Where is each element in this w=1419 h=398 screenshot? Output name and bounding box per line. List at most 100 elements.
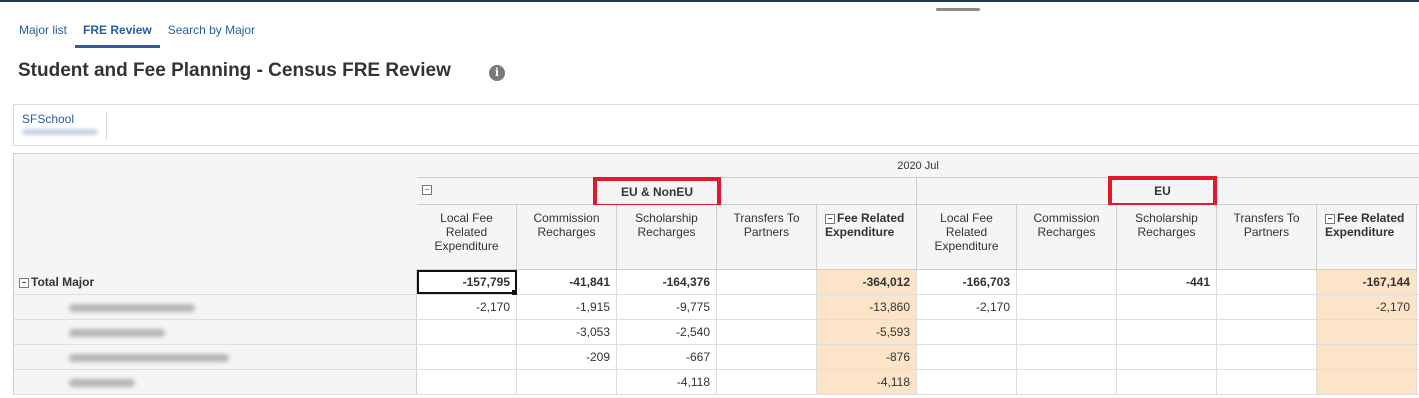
collapse-icon[interactable]: − xyxy=(19,278,29,288)
column-header-3[interactable]: Transfers To Partners xyxy=(717,205,817,270)
table-row: -209 -667 -876 xyxy=(13,345,1419,370)
table-cell[interactable] xyxy=(1217,320,1317,344)
group-divider xyxy=(916,178,917,205)
drag-handle[interactable] xyxy=(936,8,980,11)
table-cell[interactable] xyxy=(917,345,1017,369)
table-cell[interactable]: -364,012 xyxy=(817,270,917,294)
table-cell[interactable]: -4,118 xyxy=(617,370,717,394)
column-header-9[interactable]: − Fee Related Expenditure xyxy=(1317,205,1417,270)
table-row: -3,053 -2,540 -5,593 xyxy=(13,320,1419,345)
table-cell[interactable] xyxy=(1217,295,1317,319)
table-cell[interactable] xyxy=(1317,345,1417,369)
table-cell[interactable]: -41,841 xyxy=(517,270,617,294)
column-header-7[interactable]: Scholarship Recharges xyxy=(1117,205,1217,270)
table-cell[interactable]: -441 xyxy=(1117,270,1217,294)
total-row-label[interactable]: − Total Major xyxy=(13,270,417,294)
redacted-text xyxy=(69,328,165,337)
column-header-label: Fee Related Expenditure xyxy=(825,211,905,239)
table-cell[interactable] xyxy=(417,320,517,344)
table-cell[interactable] xyxy=(1017,295,1117,319)
row-label-redacted[interactable] xyxy=(13,320,417,344)
table-row: -2,170 -1,915 -9,775 -13,860 -2,170 -2,170 xyxy=(13,295,1419,320)
column-header-label: Transfers To Partners xyxy=(733,211,800,239)
column-header-label: Local Fee Related Expenditure xyxy=(434,211,499,253)
table-cell[interactable] xyxy=(1117,345,1217,369)
tab-bar: Major list FRE Review Search by Major xyxy=(11,18,263,48)
tab-search-by-major[interactable]: Search by Major xyxy=(160,18,263,48)
table-cell[interactable] xyxy=(917,320,1017,344)
column-header-6[interactable]: Commission Recharges xyxy=(1017,205,1117,270)
table-cell[interactable] xyxy=(717,295,817,319)
table-cell[interactable]: -167,144 xyxy=(1317,270,1417,294)
column-header-label: Fee Related Expenditure xyxy=(1325,211,1405,239)
table-cell[interactable]: -13,860 xyxy=(817,295,917,319)
table-cell[interactable]: -876 xyxy=(817,345,917,369)
table-cell[interactable] xyxy=(1217,345,1317,369)
table-cell[interactable] xyxy=(717,370,817,394)
table-cell[interactable]: -2,170 xyxy=(1317,295,1417,319)
tab-major-list[interactable]: Major list xyxy=(11,18,75,48)
table-cell[interactable]: -164,376 xyxy=(617,270,717,294)
column-header-label: Commission Recharges xyxy=(1033,211,1100,239)
table-cell[interactable] xyxy=(1017,345,1117,369)
column-header-label: Local Fee Related Expenditure xyxy=(934,211,999,253)
column-header-label: Scholarship Recharges xyxy=(1135,211,1198,239)
table-cell[interactable] xyxy=(417,345,517,369)
table-cell[interactable] xyxy=(1117,370,1217,394)
pivot-table: 2020 Jul − EU & NonEU EU Local Fee Relat… xyxy=(13,153,1419,398)
column-header-label: Scholarship Recharges xyxy=(635,211,698,239)
group-eu-noneu[interactable]: EU & NonEU xyxy=(593,177,721,208)
table-cell[interactable] xyxy=(1317,320,1417,344)
table-cell[interactable]: -209 xyxy=(517,345,617,369)
table-cell[interactable] xyxy=(417,370,517,394)
table-cell[interactable]: -2,170 xyxy=(417,295,517,319)
column-header-1[interactable]: Commission Recharges xyxy=(517,205,617,270)
table-row: -4,118 -4,118 xyxy=(13,370,1419,395)
table-cell[interactable] xyxy=(1017,370,1117,394)
row-header-corner xyxy=(13,154,418,271)
table-cell[interactable]: -9,775 xyxy=(617,295,717,319)
table-cell[interactable] xyxy=(917,370,1017,394)
column-header-5[interactable]: Local Fee Related Expenditure xyxy=(917,205,1017,270)
table-cell[interactable]: -2,170 xyxy=(917,295,1017,319)
table-cell[interactable]: -1,915 xyxy=(517,295,617,319)
table-cell[interactable] xyxy=(1117,295,1217,319)
group-collapse-icon[interactable]: − xyxy=(422,182,434,196)
table-cell[interactable] xyxy=(1017,270,1117,294)
table-cell[interactable]: -4,118 xyxy=(817,370,917,394)
table-cell[interactable] xyxy=(1117,320,1217,344)
table-cell[interactable]: -5,593 xyxy=(817,320,917,344)
table-cell[interactable]: -166,703 xyxy=(917,270,1017,294)
column-header-4[interactable]: − Fee Related Expenditure xyxy=(817,205,917,270)
group-header-row xyxy=(417,178,1419,205)
group-eu[interactable]: EU xyxy=(1108,176,1217,207)
collapse-icon[interactable]: − xyxy=(1325,214,1335,224)
table-cell[interactable]: -3,053 xyxy=(517,320,617,344)
table-cell[interactable]: -157,795 xyxy=(417,270,517,295)
column-header-8[interactable]: Transfers To Partners xyxy=(1217,205,1317,270)
column-header-label: Transfers To Partners xyxy=(1233,211,1300,239)
table-cell[interactable] xyxy=(1217,370,1317,394)
row-label-redacted[interactable] xyxy=(13,370,417,394)
table-cell[interactable]: -2,540 xyxy=(617,320,717,344)
table-cell[interactable]: -667 xyxy=(617,345,717,369)
row-label-redacted[interactable] xyxy=(13,345,417,369)
info-icon[interactable]: i xyxy=(489,65,505,81)
prompt-value-redacted xyxy=(22,129,98,135)
table-cell[interactable] xyxy=(717,320,817,344)
table-cell[interactable] xyxy=(717,270,817,294)
table-cell[interactable] xyxy=(717,345,817,369)
redacted-text xyxy=(69,303,195,312)
table-cell[interactable] xyxy=(1217,270,1317,294)
collapse-icon[interactable]: − xyxy=(825,214,835,224)
table-cell[interactable] xyxy=(1317,370,1417,394)
table-cell[interactable] xyxy=(1017,320,1117,344)
column-header-0[interactable]: Local Fee Related Expenditure xyxy=(417,205,517,270)
prompt-sfschool[interactable]: SFSchool xyxy=(22,112,107,140)
tab-fre-review[interactable]: FRE Review xyxy=(75,18,160,48)
period-header: 2020 Jul xyxy=(417,154,1419,178)
table-cell[interactable] xyxy=(517,370,617,394)
row-label-redacted[interactable] xyxy=(13,295,417,319)
column-header-2[interactable]: Scholarship Recharges xyxy=(617,205,717,270)
redacted-text xyxy=(69,378,135,387)
